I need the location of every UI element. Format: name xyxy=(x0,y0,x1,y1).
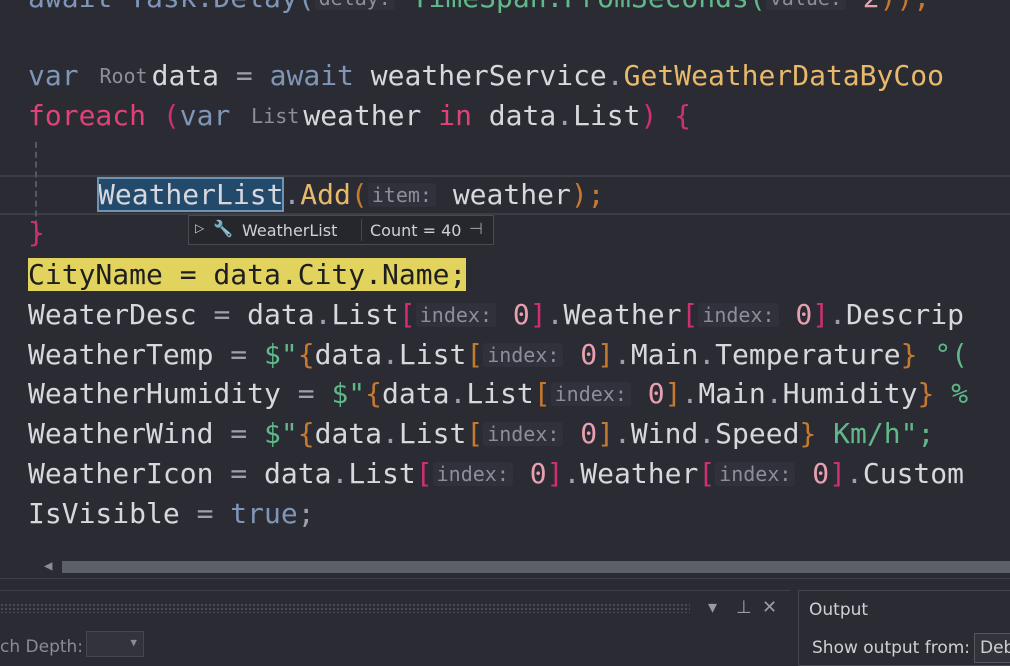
code-line-temp[interactable]: WeatherTemp = $"{data.List[index: 0].Mai… xyxy=(28,335,968,375)
execution-highlight: CityName = data.City.Name; xyxy=(28,258,467,291)
code-line-delay[interactable]: await Task.Delay(delay: TimeSpan.FromSec… xyxy=(28,0,930,18)
chevron-down-icon: ▼ xyxy=(130,636,137,649)
datatip-value[interactable]: Count = 40 xyxy=(370,221,461,240)
pin-panel-icon[interactable]: ⊥ xyxy=(736,597,752,618)
close-icon[interactable]: ✕ xyxy=(762,597,777,618)
output-source-select[interactable]: Deb xyxy=(974,633,1010,663)
code-line-close-brace[interactable]: } xyxy=(28,213,45,253)
expand-arrow-icon[interactable]: ▷ xyxy=(195,221,204,235)
code-line-humidity[interactable]: WeatherHumidity = $"{data.List[index: 0]… xyxy=(28,374,968,414)
horizontal-scrollbar[interactable]: ◀ xyxy=(0,556,1010,578)
code-line-icon[interactable]: WeatherIcon = data.List[index: 0].Weathe… xyxy=(28,454,964,494)
code-line-wind[interactable]: WeatherWind = $"{data.List[index: 0].Win… xyxy=(28,414,934,454)
datatip-variable-name: WeatherList xyxy=(242,221,338,240)
pin-icon[interactable]: ⊣ xyxy=(469,219,483,238)
code-editor[interactable]: await Task.Delay(delay: TimeSpan.FromSec… xyxy=(0,0,1010,556)
panel-grip[interactable] xyxy=(0,603,690,613)
code-line-add[interactable]: WeatherList.Add(item: weather); xyxy=(96,175,605,215)
output-title: Output xyxy=(809,600,869,620)
output-panel: Output Show output from: Deb xyxy=(798,590,1010,666)
search-depth-dropdown[interactable]: ▼ xyxy=(86,631,144,657)
show-output-from-label: Show output from: xyxy=(812,638,971,658)
code-line-visible[interactable]: IsVisible = true; xyxy=(28,494,315,534)
code-line-foreach[interactable]: foreach (var List weather in data.List) { xyxy=(28,96,691,136)
scroll-left-icon[interactable]: ◀ xyxy=(44,558,52,574)
dropdown-arrow-icon[interactable]: ▾ xyxy=(708,597,717,618)
code-line-desc[interactable]: WeaterDesc = data.List[index: 0].Weather… xyxy=(28,295,964,335)
debug-datatip[interactable]: ▷ 🔧 WeatherList Count = 40 ⊣ xyxy=(188,215,494,245)
watch-panel: ▾ ⊥ ✕ ch Depth: ▼ xyxy=(0,590,790,665)
panel-divider[interactable] xyxy=(0,578,1010,589)
selected-identifier[interactable]: WeatherList xyxy=(96,177,285,212)
scrollbar-thumb[interactable] xyxy=(62,561,1010,573)
code-line-cityname[interactable]: CityName = data.City.Name; xyxy=(28,255,467,295)
property-wrench-icon: 🔧 xyxy=(213,219,233,238)
code-line-get-data[interactable]: var Root data = await weatherService.GetW… xyxy=(28,56,944,96)
datatip-separator xyxy=(361,219,362,241)
search-depth-label: ch Depth: xyxy=(0,637,84,657)
